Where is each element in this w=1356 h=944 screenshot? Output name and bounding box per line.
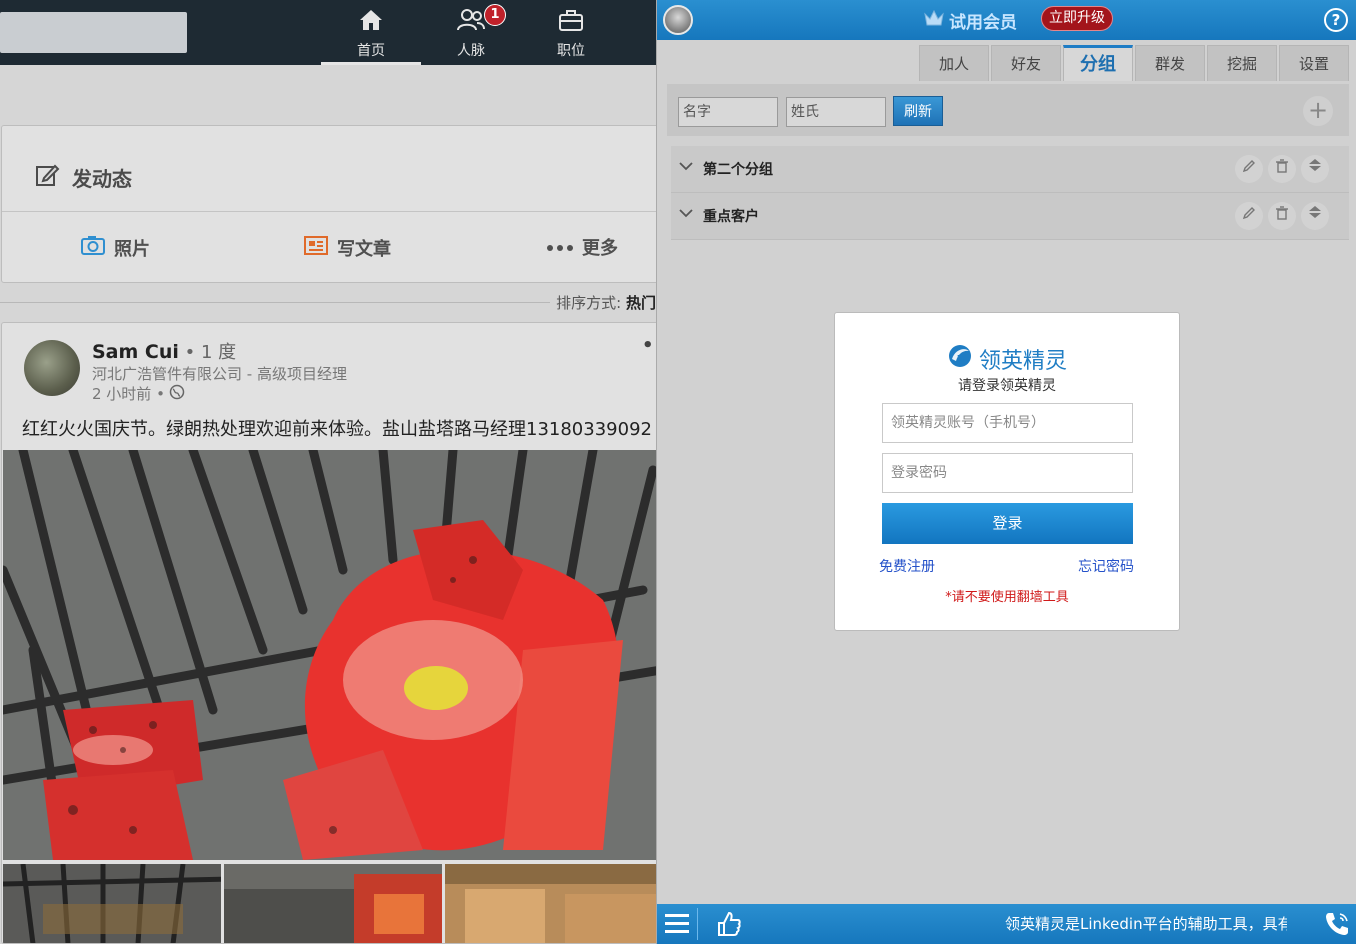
refresh-button[interactable]: 刷新 (893, 96, 943, 126)
search-input[interactable] (0, 12, 187, 53)
warning-text: *请不要使用翻墙工具 (945, 590, 1069, 605)
camera-icon (80, 234, 106, 261)
reorder-icon[interactable] (1301, 202, 1329, 230)
tab-groups[interactable]: 分组 (1063, 45, 1133, 81)
plugin-header: 试用会员 立即升级 ? (657, 0, 1356, 40)
briefcase-icon (521, 0, 621, 40)
edit-icon[interactable] (1235, 202, 1263, 230)
svg-text:in: in (957, 354, 966, 363)
share-article-label: 写文章 (337, 238, 391, 260)
user-avatar[interactable] (663, 5, 693, 35)
share-more-label: 更多 (582, 238, 618, 259)
post-thumbnail[interactable] (445, 864, 656, 943)
phone-icon[interactable] (1323, 910, 1351, 942)
trash-icon[interactable] (1268, 155, 1296, 183)
member-label: 试用会员 (949, 13, 1017, 33)
group-row[interactable]: 第二个分组 (671, 146, 1349, 193)
nav-jobs[interactable]: 职位 (521, 0, 621, 65)
brand-logo-icon: in (947, 343, 973, 375)
post-options-button[interactable]: •• (642, 335, 656, 356)
more-dots-icon (546, 237, 574, 258)
sort-selector[interactable]: 排序方式: 热门 (550, 292, 656, 313)
connection-degree: • 1 度 (178, 342, 237, 363)
share-photo-label: 照片 (114, 238, 150, 260)
chevron-down-icon[interactable] (679, 207, 693, 222)
nav-jobs-label: 职位 (557, 43, 585, 59)
account-field[interactable]: 领英精灵账号（手机号） (882, 403, 1133, 443)
group-list: 第二个分组 重点客户 (671, 146, 1349, 240)
tab-add[interactable]: 加人 (919, 45, 989, 81)
plugin-tabs: 加人 好友 分组 群发 挖掘 设置 (919, 45, 1349, 81)
plugin-footer: 领英精灵是Linkedin平台的辅助工具，具有 (657, 904, 1356, 944)
post-thumbnail[interactable] (224, 864, 442, 943)
tab-settings[interactable]: 设置 (1279, 45, 1349, 81)
nav-home-label: 首页 (357, 43, 385, 59)
tab-mining[interactable]: 挖掘 (1207, 45, 1277, 81)
group-name: 第二个分组 (703, 162, 773, 178)
post-time-text: 2 小时前 • (92, 385, 165, 403)
chevron-down-icon[interactable] (679, 160, 693, 175)
start-post-label: 发动态 (72, 167, 132, 191)
menu-icon[interactable] (663, 911, 691, 937)
globe-icon (169, 384, 185, 404)
notification-badge: 1 (484, 4, 506, 26)
member-status: 试用会员 (923, 8, 1017, 33)
home-icon (321, 0, 421, 40)
brand-logo: in 领英精灵 (835, 343, 1179, 375)
nav-home[interactable]: 首页 (321, 0, 421, 65)
share-box: 发动态 照片 写文章 更多 (1, 125, 656, 283)
groups-toolbar: 名字 姓氏 刷新 + (667, 84, 1349, 136)
upgrade-button[interactable]: 立即升级 (1041, 6, 1113, 31)
tab-broadcast[interactable]: 群发 (1135, 45, 1205, 81)
login-subtitle: 请登录领英精灵 (958, 378, 1056, 394)
linkedin-feed: 首页 1 人脉 职位 发动态 照片 写文章 更多 排序方式: 热门 Sam Cu… (0, 0, 656, 944)
divider (2, 211, 656, 212)
post-time: 2 小时前 • (92, 383, 185, 404)
start-post-button[interactable]: 发动态 (34, 162, 132, 193)
nav-network-label: 人脉 (457, 43, 485, 59)
footer-marquee: 领英精灵是Linkedin平台的辅助工具，具有 (1005, 915, 1287, 933)
login-dialog: in 领英精灵 请登录领英精灵 领英精灵账号（手机号） 登录密码 登录 免费注册… (834, 312, 1180, 631)
post-thumbnails (3, 864, 656, 943)
people-icon (421, 0, 521, 40)
post-text: 红红火火国庆节。绿朗热处理欢迎前来体验。盐山盐塔路马经理13180339092 (22, 419, 652, 440)
password-field[interactable]: 登录密码 (882, 453, 1133, 493)
sort-label: 排序方式: (556, 294, 622, 312)
trash-icon[interactable] (1268, 202, 1296, 230)
author-headline: 河北广浩管件有限公司 - 高级项目经理 (92, 365, 347, 383)
group-row[interactable]: 重点客户 (671, 193, 1349, 240)
help-icon[interactable]: ? (1324, 8, 1348, 32)
share-article-button[interactable]: 写文章 (303, 234, 391, 261)
brand-name: 领英精灵 (978, 349, 1067, 374)
first-name-input[interactable]: 名字 (678, 97, 778, 127)
group-name: 重点客户 (703, 209, 759, 225)
author-name[interactable]: Sam Cui • 1 度 (92, 338, 236, 364)
divider (697, 908, 698, 940)
tab-friends[interactable]: 好友 (991, 45, 1061, 81)
forgot-password-link[interactable]: 忘记密码 (1078, 556, 1134, 576)
crown-icon (923, 8, 945, 33)
reorder-icon[interactable] (1301, 155, 1329, 183)
sort-value: 热门 (625, 294, 656, 312)
author-avatar[interactable] (24, 340, 80, 396)
edit-icon[interactable] (1235, 155, 1263, 183)
feed-post: Sam Cui • 1 度 河北广浩管件有限公司 - 高级项目经理 2 小时前 … (1, 322, 656, 944)
add-group-icon[interactable]: + (1303, 96, 1333, 126)
last-name-input[interactable]: 姓氏 (786, 97, 886, 127)
post-thumbnail[interactable] (3, 864, 221, 943)
article-icon (303, 234, 329, 261)
author-name-text: Sam Cui (92, 341, 179, 363)
thumbs-up-icon[interactable] (715, 910, 743, 942)
edit-icon (34, 162, 60, 193)
linkedin-top-nav: 首页 1 人脉 职位 (0, 0, 656, 65)
plugin-panel: 试用会员 立即升级 ? 加人 好友 分组 群发 挖掘 设置 名字 姓氏 刷新 +… (656, 0, 1356, 944)
login-button[interactable]: 登录 (882, 503, 1133, 544)
share-photo-button[interactable]: 照片 (80, 234, 150, 261)
register-link[interactable]: 免费注册 (879, 556, 935, 576)
nav-network[interactable]: 1 人脉 (421, 0, 521, 65)
share-more-button[interactable]: 更多 (546, 234, 618, 260)
post-main-image[interactable] (3, 450, 656, 860)
